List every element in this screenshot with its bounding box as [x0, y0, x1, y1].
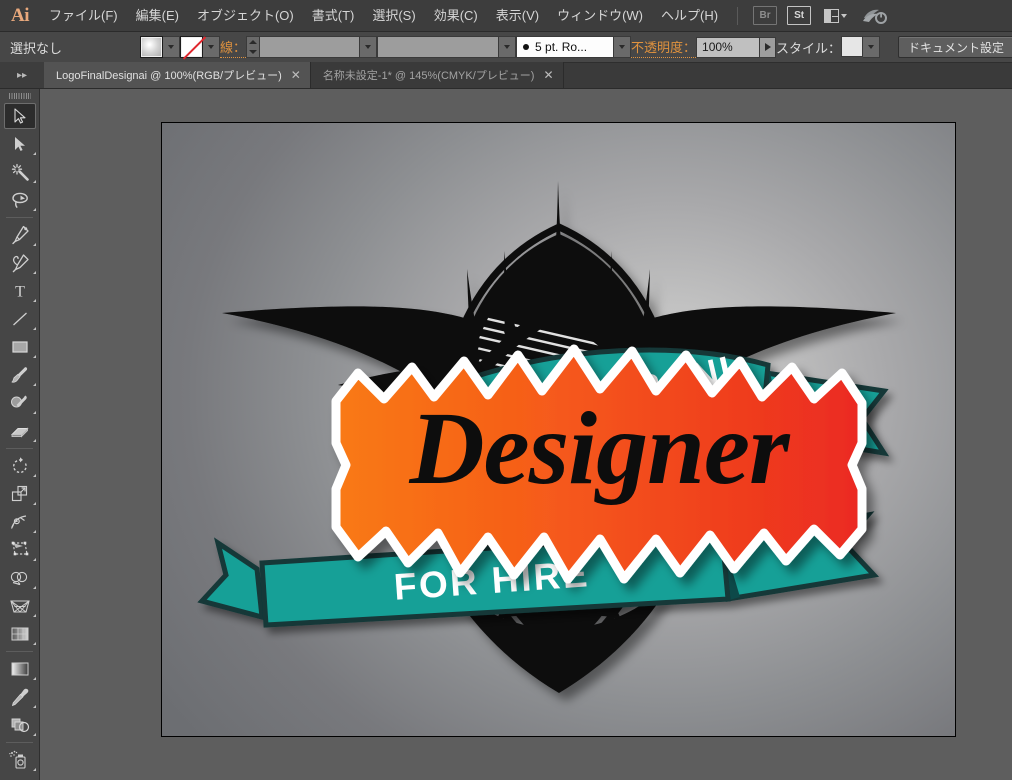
control-bar: 選択なし 線： 5 pt. Ro... 不透明度： 100% スタイル： ドキュ… [0, 32, 1012, 63]
opacity-value-field[interactable]: 100% [696, 36, 761, 58]
document-tab-1-title: LogoFinalDesignai @ 100%(RGB/プレビュー) [56, 70, 282, 82]
stroke-profile-field[interactable] [377, 36, 500, 58]
graphic-style-control[interactable] [841, 36, 881, 58]
menu-window[interactable]: ウィンドウ(W) [548, 0, 652, 32]
brush-definition-control[interactable]: 5 pt. Ro... [516, 36, 632, 58]
tool-group-divider-2 [6, 448, 33, 449]
tool-perspective-grid[interactable] [0, 592, 40, 620]
stroke-color-control[interactable] [180, 36, 220, 58]
tool-eyedropper[interactable] [0, 683, 40, 711]
tool-line-segment[interactable] [0, 305, 40, 333]
stroke-weight-control[interactable] [246, 36, 378, 58]
brush-definition-dropdown-arrow[interactable] [614, 36, 632, 58]
opacity-label[interactable]: 不透明度： [631, 37, 697, 58]
stroke-weight-dropdown-arrow[interactable] [360, 36, 378, 58]
menu-select[interactable]: 選択(S) [363, 0, 424, 32]
stroke-dropdown-arrow[interactable] [203, 36, 220, 58]
opacity-popup-arrow[interactable] [760, 36, 777, 58]
menu-file[interactable]: ファイル(F) [40, 0, 127, 32]
app-logo-icon: Ai [11, 4, 30, 26]
graphic-style-dropdown-arrow[interactable] [863, 36, 881, 58]
menu-edit[interactable]: 編集(E) [127, 0, 188, 32]
tool-shaper[interactable] [0, 389, 40, 417]
fill-color-control[interactable] [140, 36, 180, 58]
panel-expand-icon[interactable]: ▸▸ [0, 62, 44, 88]
stroke-weight-stepper[interactable] [246, 36, 261, 58]
document-setup-button[interactable]: ドキュメント設定 [898, 36, 1012, 58]
fill-dropdown-arrow[interactable] [163, 36, 180, 58]
center-text: Designer [408, 391, 791, 506]
illustrator-window: Ai ファイル(F) 編集(E) オブジェクト(O) 書式(T) 選択(S) 効… [0, 0, 1012, 780]
selection-status: 選択なし [10, 40, 63, 56]
canvas-area[interactable]: PAUL TRANI FOR HIRE Designer [40, 89, 1012, 780]
tool-free-transform[interactable] [0, 536, 40, 564]
tool-selection[interactable] [0, 102, 40, 130]
document-tab-1[interactable]: LogoFinalDesignai @ 100%(RGB/プレビュー) ✕ [44, 62, 311, 88]
stock-icon[interactable]: St [787, 6, 812, 25]
document-tab-1-close-icon[interactable]: ✕ [291, 69, 301, 81]
tool-pen[interactable] [0, 221, 40, 249]
menu-type[interactable]: 書式(T) [303, 0, 364, 32]
tool-symbol-sprayer[interactable] [0, 746, 40, 774]
style-label: スタイル： [776, 40, 842, 56]
fill-swatch[interactable] [140, 36, 163, 58]
tool-gradient[interactable] [0, 655, 40, 683]
tool-curvature[interactable] [0, 249, 40, 277]
menu-view[interactable]: 表示(V) [487, 0, 548, 32]
tool-rotate[interactable] [0, 452, 40, 480]
tool-magic-wand[interactable] [0, 158, 40, 186]
tool-direct-selection[interactable] [0, 130, 40, 158]
center-burst: Designer [331, 344, 867, 584]
arrange-documents-icon[interactable] [820, 6, 850, 25]
tool-group-divider-3 [6, 651, 33, 652]
document-tab-2[interactable]: 名称未設定-1* @ 145%(CMYK/プレビュー) ✕ [310, 62, 564, 88]
logo-artwork[interactable]: PAUL TRANI FOR HIRE Designer [162, 123, 955, 736]
opacity-control[interactable]: 100% [696, 36, 777, 58]
svg-text:T: T [15, 284, 25, 301]
stroke-weight-field[interactable] [260, 36, 361, 58]
tool-width[interactable] [0, 508, 40, 536]
tool-group-divider-4 [6, 742, 33, 743]
artboard[interactable]: PAUL TRANI FOR HIRE Designer [161, 122, 956, 737]
creative-cloud-icon[interactable] [860, 5, 890, 27]
tool-scale[interactable] [0, 480, 40, 508]
tool-rectangle[interactable] [0, 333, 40, 361]
tool-eraser[interactable] [0, 417, 40, 445]
menu-help[interactable]: ヘルプ(H) [652, 0, 727, 32]
menu-divider [737, 6, 739, 25]
stroke-profile-control[interactable] [377, 36, 517, 58]
tool-column-graph[interactable] [0, 774, 40, 780]
stroke-weight-label[interactable]: 線： [220, 37, 247, 58]
tool-mesh[interactable] [0, 620, 40, 648]
document-tab-2-title: 名称未設定-1* @ 145%(CMYK/プレビュー) [322, 70, 535, 82]
menu-effect[interactable]: 効果(C) [425, 0, 487, 32]
tool-group-divider-1 [6, 217, 33, 218]
tool-shape-builder[interactable] [0, 564, 40, 592]
stroke-swatch-none[interactable] [180, 36, 203, 58]
stroke-profile-dropdown-arrow[interactable] [499, 36, 517, 58]
brush-definition-value: 5 pt. Ro... [535, 40, 588, 54]
brush-definition-field[interactable]: 5 pt. Ro... [516, 36, 615, 58]
logo-svg: PAUL TRANI FOR HIRE Designer [197, 181, 896, 693]
tool-blend[interactable] [0, 711, 40, 739]
tool-type[interactable]: T [0, 277, 40, 305]
menu-object[interactable]: オブジェクト(O) [188, 0, 303, 32]
tool-paintbrush[interactable] [0, 361, 40, 389]
document-tab-2-close-icon[interactable]: ✕ [543, 69, 553, 81]
tools-panel-grip[interactable] [0, 89, 39, 102]
tools-panel: T [0, 89, 40, 780]
menu-bar: Ai ファイル(F) 編集(E) オブジェクト(O) 書式(T) 選択(S) 効… [0, 0, 1012, 32]
graphic-style-swatch[interactable] [841, 36, 864, 57]
document-tab-bar: ▸▸ LogoFinalDesignai @ 100%(RGB/プレビュー) ✕… [0, 62, 1012, 89]
brush-dot-icon [523, 44, 530, 50]
tool-lasso[interactable] [0, 186, 40, 214]
bridge-icon[interactable]: Br [753, 6, 778, 25]
